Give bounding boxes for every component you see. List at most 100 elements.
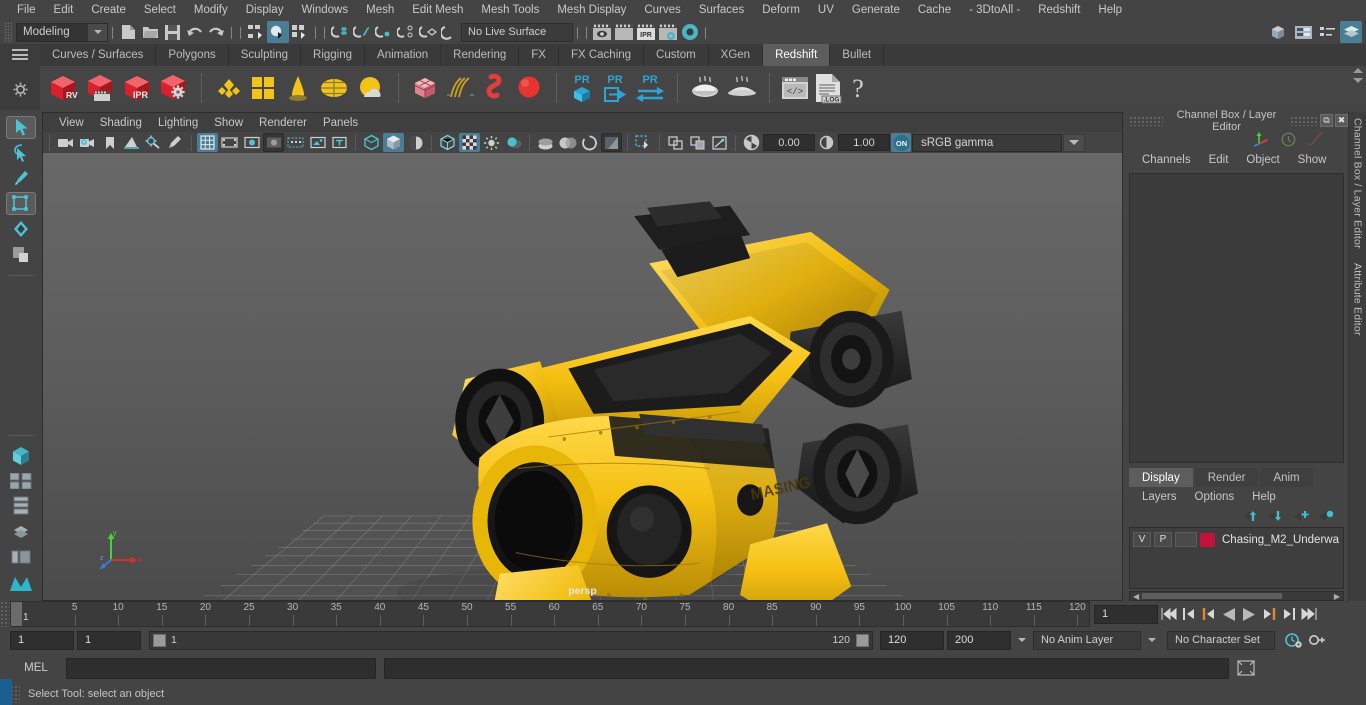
- redshift-bake-icon[interactable]: [688, 73, 722, 103]
- camera-attributes-icon[interactable]: [77, 133, 98, 152]
- current-frame-field[interactable]: 1: [1094, 604, 1158, 624]
- layer-row[interactable]: V P Chasing_M2_Underwa: [1133, 531, 1340, 548]
- range-slider[interactable]: 1 120: [149, 630, 873, 650]
- command-language-label[interactable]: MEL: [10, 662, 62, 674]
- layer-menu-help[interactable]: Help: [1243, 491, 1285, 503]
- go-to-start-icon[interactable]: [1159, 604, 1178, 624]
- new-layer-icon[interactable]: [1293, 510, 1309, 522]
- menu-curves[interactable]: Curves: [635, 0, 689, 20]
- render-sequence-icon[interactable]: [613, 21, 635, 43]
- redshift-render-settings-icon[interactable]: [157, 73, 191, 103]
- viewport-menu-shading[interactable]: Shading: [92, 117, 150, 129]
- channelbox-menu-edit[interactable]: Edit: [1200, 154, 1238, 166]
- layer-visibility-toggle[interactable]: V: [1133, 532, 1151, 547]
- snap-to-projected-center-icon[interactable]: [395, 21, 417, 43]
- animation-start-time-field[interactable]: 1: [10, 630, 74, 650]
- redshift-matte-icon[interactable]: [249, 73, 279, 103]
- panel-grip-right[interactable]: [1290, 115, 1318, 126]
- color-space-field[interactable]: sRGB gamma: [912, 133, 1062, 152]
- tab-render[interactable]: Render: [1194, 468, 1259, 487]
- redshift-proxy-icon[interactable]: [212, 73, 246, 103]
- shelf-tab-bullet[interactable]: Bullet: [830, 44, 885, 66]
- exposure-icon[interactable]: [307, 133, 328, 152]
- text-display-icon[interactable]: [329, 133, 350, 152]
- layer-name[interactable]: Chasing_M2_Underwa: [1218, 534, 1339, 546]
- shelf-tab-curves-surfaces[interactable]: Curves / Surfaces: [40, 44, 157, 66]
- menu-uv[interactable]: UV: [809, 0, 843, 20]
- shelf-tab-animation[interactable]: Animation: [365, 44, 442, 66]
- redo-icon[interactable]: [205, 21, 227, 43]
- menu-cache[interactable]: Cache: [909, 0, 960, 20]
- attribute-editor-icon[interactable]: [1292, 21, 1314, 43]
- menu-file[interactable]: File: [8, 0, 45, 20]
- remove-from-isolate-icon[interactable]: [709, 133, 730, 152]
- redshift-ipr-icon[interactable]: IPR: [120, 73, 154, 103]
- play-forwards-icon[interactable]: [1239, 604, 1258, 624]
- shelf-tab-fx[interactable]: FX: [519, 44, 559, 66]
- menu-deform[interactable]: Deform: [753, 0, 809, 20]
- animation-preferences-icon[interactable]: [1284, 631, 1302, 649]
- persp-outliner-layout-button[interactable]: [6, 546, 36, 568]
- script-editor-icon[interactable]: [1237, 659, 1255, 677]
- render-settings-icon[interactable]: [657, 21, 679, 43]
- ipr-render-icon[interactable]: IPR: [635, 21, 657, 43]
- paint-select-tool-button[interactable]: [6, 167, 36, 189]
- layer-shading-toggle[interactable]: [1175, 532, 1197, 547]
- redshift-log-icon[interactable]: .LOG: [813, 72, 843, 104]
- animation-end-time-field[interactable]: 200: [947, 630, 1011, 650]
- snap-to-point-icon[interactable]: [373, 21, 395, 43]
- motion-blur-icon[interactable]: [557, 133, 578, 152]
- select-by-hierarchy-icon[interactable]: [245, 21, 267, 43]
- step-forward-keyframe-icon[interactable]: [1279, 604, 1298, 624]
- gate-mask-icon[interactable]: [263, 133, 284, 152]
- rotate-tool-button[interactable]: [6, 218, 36, 240]
- channelbox-menu-object[interactable]: Object: [1237, 154, 1288, 166]
- live-surface-field[interactable]: No Live Surface: [461, 22, 573, 42]
- undo-icon[interactable]: [183, 21, 205, 43]
- display-layer-list[interactable]: V P Chasing_M2_Underwa: [1129, 527, 1344, 589]
- add-to-isolate-icon[interactable]: [687, 133, 708, 152]
- menu-select[interactable]: Select: [135, 0, 185, 20]
- grease-pencil-icon[interactable]: [165, 133, 186, 152]
- layer-playback-toggle[interactable]: P: [1154, 532, 1172, 547]
- menu-edit-mesh[interactable]: Edit Mesh: [403, 0, 472, 20]
- layer-list-horizontal-scrollbar[interactable]: ◀ ▶: [1129, 591, 1344, 601]
- color-space-chevron-down-icon[interactable]: [1063, 133, 1085, 152]
- move-axis-icon[interactable]: [1253, 131, 1269, 147]
- open-scene-icon[interactable]: [139, 21, 161, 43]
- menu-surfaces[interactable]: Surfaces: [690, 0, 753, 20]
- shelf-tab-rendering[interactable]: Rendering: [441, 44, 520, 66]
- scroll-right-arrow-icon[interactable]: ▶: [1334, 592, 1340, 601]
- chevron-down-icon[interactable]: [1353, 78, 1363, 83]
- exposure-value-field[interactable]: 0.00: [763, 134, 815, 151]
- scroll-left-arrow-icon[interactable]: ◀: [1133, 592, 1139, 601]
- play-backwards-icon[interactable]: [1219, 604, 1238, 624]
- scrollbar-thumb[interactable]: [1142, 593, 1282, 599]
- shelf-scroll-arrows[interactable]: [1353, 68, 1363, 83]
- menu-3dtoall[interactable]: - 3DtoAll -: [960, 0, 1029, 20]
- redshift-pr-transfer-icon[interactable]: PR: [633, 71, 667, 105]
- step-forward-frame-icon[interactable]: [1259, 604, 1278, 624]
- step-back-keyframe-icon[interactable]: [1179, 604, 1198, 624]
- redshift-pr-export-icon[interactable]: PR: [600, 71, 630, 105]
- select-by-component-icon[interactable]: [289, 21, 311, 43]
- depth-of-field-icon[interactable]: [601, 133, 622, 152]
- film-gate-icon[interactable]: [219, 133, 240, 152]
- menu-create[interactable]: Create: [82, 0, 135, 20]
- shaded-mode-icon[interactable]: [383, 133, 404, 152]
- select-by-object-icon[interactable]: [267, 21, 289, 43]
- use-default-lighting-icon[interactable]: [481, 133, 502, 152]
- viewport-menu-renderer[interactable]: Renderer: [251, 117, 315, 129]
- color-management-toggle[interactable]: ON: [891, 133, 911, 152]
- move-layer-up-icon[interactable]: [1243, 510, 1259, 522]
- shelf-tab-xgen[interactable]: XGen: [708, 44, 764, 66]
- redshift-sky-icon[interactable]: [354, 73, 388, 103]
- resolution-gate-icon[interactable]: [241, 133, 262, 152]
- new-scene-icon[interactable]: [117, 21, 139, 43]
- tab-display[interactable]: Display: [1129, 468, 1193, 487]
- xray-icon[interactable]: [361, 133, 382, 152]
- select-camera-icon[interactable]: [55, 133, 76, 152]
- panel-grip[interactable]: [1129, 115, 1163, 126]
- two-pane-layout-button[interactable]: [6, 470, 36, 492]
- shelf-tab-custom[interactable]: Custom: [644, 44, 709, 66]
